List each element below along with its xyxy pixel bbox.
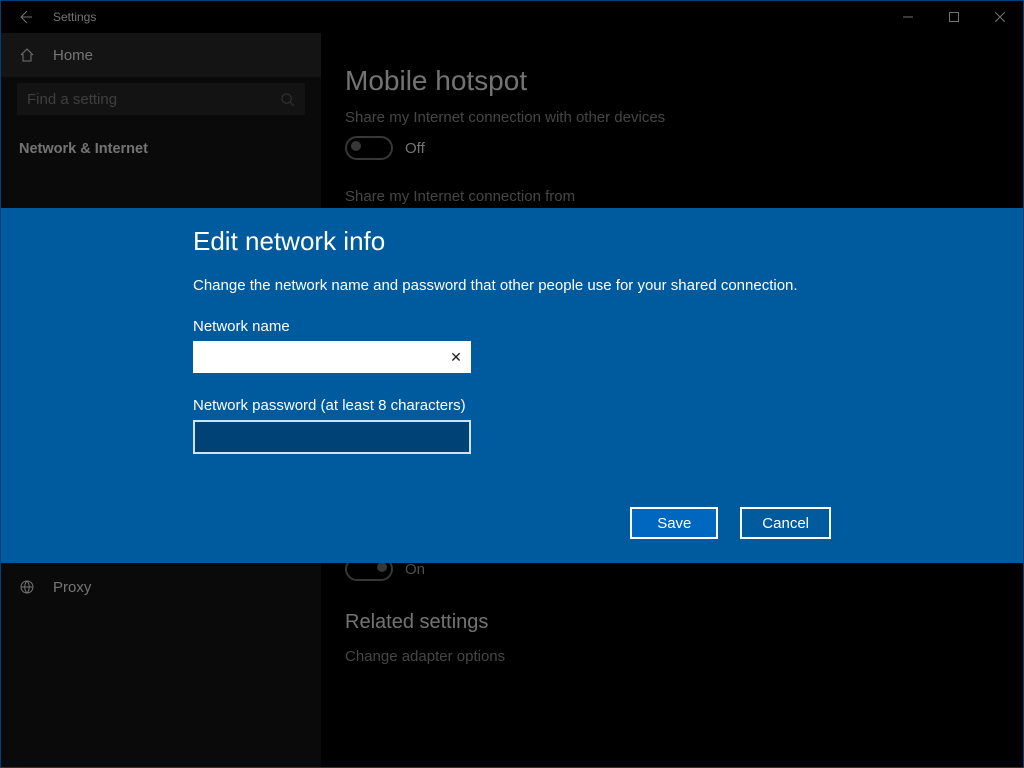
- clear-input-button[interactable]: ✕: [442, 349, 470, 366]
- cancel-button[interactable]: Cancel: [740, 507, 831, 539]
- network-name-label: Network name: [193, 318, 893, 335]
- save-button[interactable]: Save: [630, 507, 718, 539]
- network-password-input[interactable]: [193, 420, 471, 454]
- x-icon: ✕: [450, 349, 462, 365]
- network-password-value: [195, 422, 201, 439]
- network-password-label: Network password (at least 8 characters): [193, 397, 893, 414]
- network-name-input[interactable]: ✕: [193, 341, 471, 373]
- dialog-title: Edit network info: [193, 226, 893, 257]
- dialog-subtitle: Change the network name and password tha…: [193, 277, 893, 294]
- button-label: Save: [657, 515, 691, 532]
- button-label: Cancel: [762, 515, 809, 532]
- edit-network-info-dialog: Edit network info Change the network nam…: [1, 208, 1023, 563]
